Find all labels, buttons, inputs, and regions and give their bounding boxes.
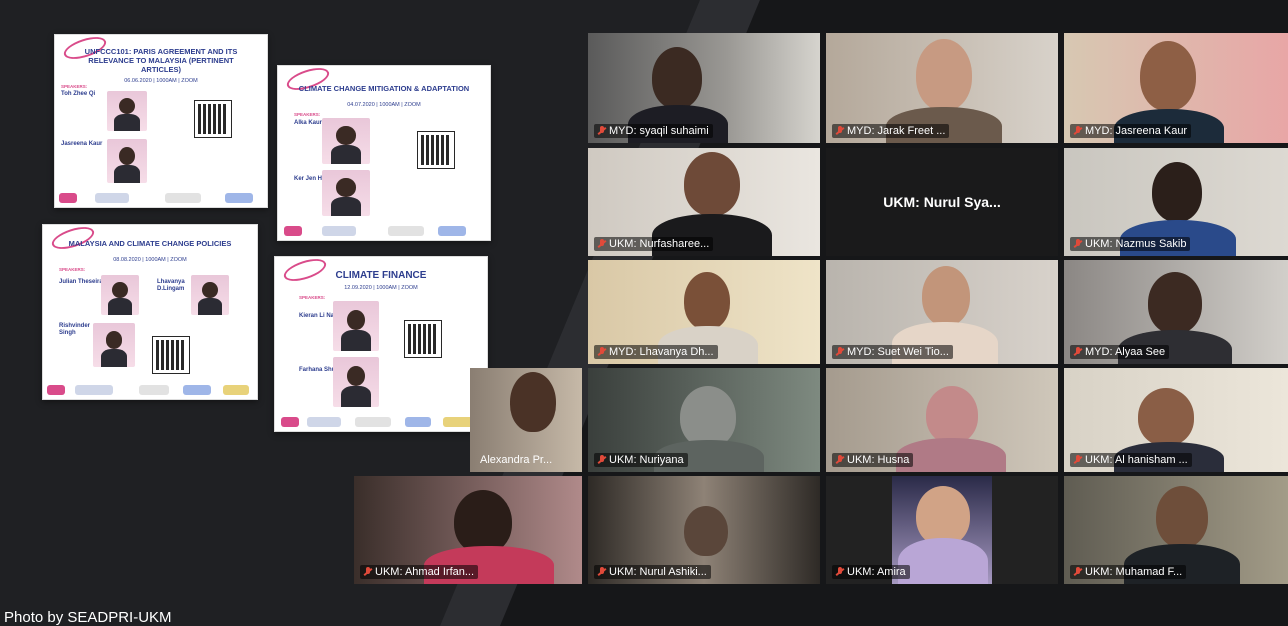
participant-tile[interactable]: MYD: syaqil suhaimi bbox=[588, 33, 820, 143]
speaker-photo bbox=[93, 323, 135, 367]
poster-unfccc101: UNFCCC101: PARIS AGREEMENT AND ITS RELEV… bbox=[54, 34, 268, 208]
qr-code-icon bbox=[194, 100, 232, 138]
participant-name-label: UKM: Nuriyana bbox=[594, 453, 688, 467]
participant-tile[interactable]: UKM: Muhamad F... bbox=[1064, 476, 1288, 584]
partner-logos bbox=[55, 191, 267, 203]
photo-credit: Photo by SEADPRI-UKM bbox=[4, 609, 172, 626]
poster-date: 12.09.2020 | 1000AM | ZOOM bbox=[344, 285, 418, 291]
participant-name-label: MYD: Jarak Freet ... bbox=[832, 124, 950, 138]
speaker-name: Julian Theseira bbox=[59, 279, 103, 285]
participant-tile[interactable]: UKM: Husna bbox=[826, 368, 1058, 472]
speaker-photo bbox=[191, 275, 229, 315]
muted-mic-icon bbox=[598, 567, 606, 577]
partner-logos bbox=[278, 224, 490, 236]
speaker-photo bbox=[107, 91, 147, 131]
poster-title: CLIMATE CHANGE MITIGATION & ADAPTATION bbox=[298, 84, 470, 93]
participant-name-label: Alexandra Pr... bbox=[480, 454, 553, 466]
speaker-photo bbox=[101, 275, 139, 315]
participant-tile[interactable]: UKM: Nazmus Sakib bbox=[1064, 148, 1288, 256]
speaker-photo bbox=[333, 357, 379, 407]
participant-name-label: UKM: Al hanisham ... bbox=[1070, 453, 1192, 467]
speakers-heading: SPEAKERS: bbox=[294, 112, 321, 117]
participant-tile[interactable]: UKM: Nurul Ashiki... bbox=[588, 476, 820, 584]
muted-mic-icon bbox=[598, 126, 606, 136]
partner-logos bbox=[275, 415, 487, 427]
speaker-photo bbox=[333, 301, 379, 351]
participant-tile[interactable]: UKM: Amira bbox=[826, 476, 1058, 584]
muted-mic-icon bbox=[836, 455, 844, 465]
muted-mic-icon bbox=[1074, 455, 1082, 465]
photo-composite: UNFCCC101: PARIS AGREEMENT AND ITS RELEV… bbox=[0, 0, 1288, 626]
muted-mic-icon bbox=[598, 239, 606, 249]
participant-tile[interactable]: MYD: Jarak Freet ... bbox=[826, 33, 1058, 143]
participant-tile-no-video[interactable]: UKM: Nurul Sya... bbox=[826, 148, 1058, 256]
participant-name-label: MYD: Alyaa See bbox=[1070, 345, 1170, 359]
participant-name-label: UKM: Nurfasharee... bbox=[594, 237, 714, 251]
participant-name-label: MYD: Suet Wei Tio... bbox=[832, 345, 953, 359]
participant-name-label: MYD: Jasreena Kaur bbox=[1070, 124, 1192, 138]
speakers-heading: SPEAKERS: bbox=[299, 295, 326, 300]
qr-code-icon bbox=[417, 131, 455, 169]
poster-date: 04.07.2020 | 1000AM | ZOOM bbox=[347, 102, 421, 108]
participant-tile[interactable]: UKM: Al hanisham ... bbox=[1064, 368, 1288, 472]
participant-tile[interactable]: MYD: Lhavanya Dh... bbox=[588, 260, 820, 364]
participant-tile[interactable]: UKM: Ahmad Irfan... bbox=[354, 476, 582, 584]
muted-mic-icon bbox=[836, 347, 844, 357]
poster-title: UNFCCC101: PARIS AGREEMENT AND ITS RELEV… bbox=[84, 47, 238, 74]
muted-mic-icon bbox=[1074, 126, 1082, 136]
participant-name-label: UKM: Amira bbox=[832, 565, 910, 579]
participant-tile[interactable]: UKM: Nuriyana bbox=[588, 368, 820, 472]
participant-tile[interactable]: UKM: Nurfasharee... bbox=[588, 148, 820, 256]
poster-climate-policies: MALAYSIA AND CLIMATE CHANGE POLICIES 08.… bbox=[42, 224, 258, 400]
participant-tile-partial[interactable]: Alexandra Pr... bbox=[470, 368, 582, 472]
speaker-name: Toh Zhee Qi bbox=[61, 91, 96, 97]
participant-tile[interactable]: MYD: Suet Wei Tio... bbox=[826, 260, 1058, 364]
participant-name-label: UKM: Nurul Ashiki... bbox=[594, 565, 711, 579]
speaker-name: Jasreena Kaur bbox=[61, 141, 103, 147]
speaker-photo bbox=[322, 118, 370, 164]
muted-mic-icon bbox=[598, 455, 606, 465]
participant-tile[interactable]: MYD: Alyaa See bbox=[1064, 260, 1288, 364]
partner-logos bbox=[43, 383, 257, 395]
muted-mic-icon bbox=[836, 126, 844, 136]
participant-name-label: UKM: Ahmad Irfan... bbox=[360, 565, 479, 579]
participant-name-label: MYD: Lhavanya Dh... bbox=[594, 345, 718, 359]
participant-tile[interactable]: MYD: Jasreena Kaur bbox=[1064, 33, 1288, 143]
muted-mic-icon bbox=[364, 567, 372, 577]
poster-date: 08.08.2020 | 1000AM | ZOOM bbox=[113, 257, 187, 263]
poster-mitigation-adaptation: CLIMATE CHANGE MITIGATION & ADAPTATION 0… bbox=[277, 65, 491, 241]
muted-mic-icon bbox=[1074, 239, 1082, 249]
muted-mic-icon bbox=[1074, 567, 1082, 577]
participant-name-label: UKM: Muhamad F... bbox=[1070, 565, 1187, 579]
muted-mic-icon bbox=[836, 567, 844, 577]
participant-name-label: MYD: syaqil suhaimi bbox=[594, 124, 713, 138]
speakers-heading: SPEAKERS: bbox=[59, 267, 86, 272]
participant-display-name: UKM: Nurul Sya... bbox=[883, 194, 1001, 210]
qr-code-icon bbox=[404, 320, 442, 358]
poster-title: CLIMATE FINANCE bbox=[335, 270, 427, 281]
participant-name-label: UKM: Nazmus Sakib bbox=[1070, 237, 1191, 251]
qr-code-icon bbox=[152, 336, 190, 374]
poster-climate-finance: CLIMATE FINANCE 12.09.2020 | 1000AM | ZO… bbox=[274, 256, 488, 432]
poster-title: MALAYSIA AND CLIMATE CHANGE POLICIES bbox=[68, 239, 232, 248]
speaker-photo bbox=[107, 139, 147, 183]
muted-mic-icon bbox=[1074, 347, 1082, 357]
speaker-photo bbox=[322, 170, 370, 216]
speakers-heading: SPEAKERS: bbox=[61, 84, 88, 89]
muted-mic-icon bbox=[598, 347, 606, 357]
participant-name-label: UKM: Husna bbox=[832, 453, 914, 467]
